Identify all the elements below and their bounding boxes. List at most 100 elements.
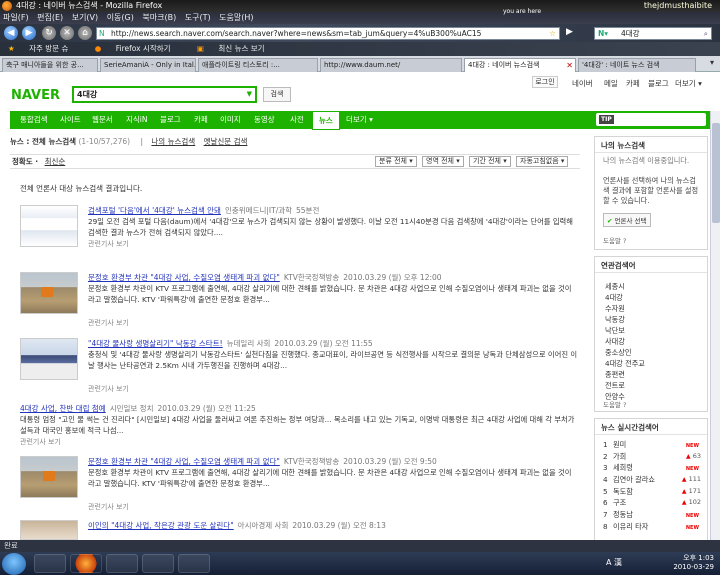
tab-news[interactable]: 뉴스: [312, 111, 340, 130]
result-thumbnail[interactable]: [20, 520, 78, 540]
related-articles-link[interactable]: 관련기사 보기: [88, 318, 129, 328]
toplink-more[interactable]: 더보기 ▾: [675, 78, 702, 89]
sort-accuracy[interactable]: 정확도 ·: [12, 157, 38, 166]
related-articles-link[interactable]: 관련기사 보기: [20, 437, 61, 447]
naver-search-button[interactable]: 검색: [263, 87, 291, 102]
result-title[interactable]: 검색포털 '다음'에서 '4대강' 뉴스검색 안돼: [88, 206, 221, 215]
result-title[interactable]: "4대강 물사랑 생명살리기" 낙동강 스타트!: [88, 339, 223, 348]
old-newspaper-link[interactable]: 옛날신문 검색: [204, 137, 248, 146]
tab-naver-news[interactable]: 4대강 : 네이버 뉴스검색 ✕: [464, 58, 576, 73]
tab-web-docs[interactable]: 웹문서: [92, 111, 113, 129]
menu-bookmarks[interactable]: 북마크(B): [142, 13, 176, 22]
reload-icon[interactable]: ↻: [42, 26, 56, 40]
taskbar-app-icon[interactable]: [106, 554, 138, 573]
taskbar-explorer-icon[interactable]: [34, 554, 66, 573]
result-thumbnail[interactable]: [20, 272, 78, 314]
page-scrollbar[interactable]: [710, 111, 720, 540]
toplink-mail[interactable]: 메일: [604, 78, 618, 89]
toplink-blog[interactable]: 블로그: [648, 78, 669, 89]
naver-search-input[interactable]: 4대강 ▼: [72, 86, 257, 103]
press-select-button[interactable]: ✔ 언론사 선택: [603, 213, 651, 227]
related-keyword[interactable]: 낙단보: [595, 325, 707, 336]
search-engine-icon[interactable]: N▾: [598, 28, 608, 39]
my-news-search-link[interactable]: 나의 뉴스검색: [151, 137, 195, 146]
tab-dictionary[interactable]: 사전: [290, 111, 304, 129]
tab-cafe[interactable]: 카페: [194, 111, 208, 129]
naver-logo[interactable]: NAVER: [11, 88, 60, 103]
login-button[interactable]: 로그인: [532, 76, 558, 88]
taskbar-app-icon[interactable]: [178, 554, 210, 573]
realtime-keyword-row[interactable]: 4 김연아 갈라쇼 ▲ 111: [595, 474, 707, 486]
go-icon[interactable]: ▶: [566, 27, 573, 37]
tab-tistory[interactable]: 애플라이트링 티스토리 :...: [198, 58, 318, 72]
realtime-keyword-row[interactable]: 2 가희 ▲ 63: [595, 451, 707, 463]
help-link[interactable]: 도움말 ?: [603, 235, 626, 245]
tab-list-icon[interactable]: ▾: [710, 58, 714, 67]
tab-sites[interactable]: 사이트: [60, 111, 81, 129]
tip-banner[interactable]: TIP한번가정을로 지정된 동률은?: [596, 113, 706, 144]
toplink-cafe[interactable]: 카페: [626, 78, 640, 89]
taskbar-firefox-icon[interactable]: [70, 554, 102, 573]
tab-seriea[interactable]: SerieAmaniA - Only in Ital...: [100, 58, 196, 72]
related-articles-link[interactable]: 관련기사 보기: [88, 384, 129, 394]
system-clock[interactable]: 오후 1:03 2010-03-29: [673, 554, 714, 572]
menu-tools[interactable]: 도구(T): [185, 13, 211, 22]
tab-soccer[interactable]: 축구 매니아들을 위한 공...: [2, 58, 98, 72]
tab-kin[interactable]: 지식iN: [126, 111, 148, 129]
help-link[interactable]: 도움말 ?: [603, 399, 626, 409]
bookmark-latest-news[interactable]: ▣ 최신 뉴스 보기: [193, 44, 273, 53]
url-input[interactable]: N http://news.search.naver.com/search.na…: [96, 27, 560, 40]
related-articles-link[interactable]: 관련기사 보기: [88, 239, 129, 249]
close-tab-icon[interactable]: ✕: [566, 59, 573, 72]
ime-indicator[interactable]: A 漢: [606, 557, 622, 568]
start-button[interactable]: [2, 553, 26, 575]
filter-category-select[interactable]: 분류 전체 ▾: [375, 156, 417, 167]
bookmark-star-icon[interactable]: ☆: [549, 28, 556, 39]
result-title[interactable]: 문정호 환경부 차관 "4대강 사업, 수질오염 생태계 파괴 없다": [88, 457, 280, 466]
result-thumbnail[interactable]: [20, 338, 78, 380]
realtime-keyword-row[interactable]: 1 원미 NEW: [595, 439, 707, 451]
related-keyword[interactable]: 낙동강: [595, 314, 707, 325]
realtime-keyword-row[interactable]: 3 세희령 NEW: [595, 462, 707, 474]
menu-file[interactable]: 파일(F): [3, 13, 29, 22]
related-keyword[interactable]: 전트로: [595, 380, 707, 391]
taskbar-app-icon[interactable]: [142, 554, 174, 573]
realtime-keyword-row[interactable]: 6 구조 ▲ 102: [595, 497, 707, 509]
search-icon[interactable]: ⌕: [704, 28, 708, 39]
bookmark-firefox-start[interactable]: ● Firefox 시작하기: [91, 44, 179, 53]
menu-view[interactable]: 보기(V): [72, 13, 98, 22]
related-keyword[interactable]: 사대강: [595, 336, 707, 347]
related-keyword[interactable]: 4대강 전주교: [595, 358, 707, 369]
scrollbar-thumb[interactable]: [712, 123, 720, 223]
forward-icon[interactable]: ▶: [22, 26, 36, 40]
tab-daum[interactable]: http://www.daum.net/: [320, 58, 462, 72]
realtime-keyword-row[interactable]: 5 독도함 ▲ 171: [595, 486, 707, 498]
result-title[interactable]: 4대강 사업, 찬반 대립 첨예: [20, 404, 106, 413]
auto-refresh-select[interactable]: 자동고침없음 ▾: [516, 156, 569, 167]
result-thumbnail[interactable]: [20, 205, 78, 247]
realtime-keyword-row[interactable]: 7 정동남 NEW: [595, 509, 707, 521]
related-keyword[interactable]: 4대강: [595, 292, 707, 303]
back-icon[interactable]: ◀: [4, 26, 18, 40]
result-thumbnail[interactable]: [20, 456, 78, 498]
stop-icon[interactable]: ✕: [60, 26, 74, 40]
filter-area-select[interactable]: 영역 전체 ▾: [422, 156, 464, 167]
tab-images[interactable]: 이미지: [220, 111, 241, 129]
autocomplete-toggle-icon[interactable]: ▼: [247, 88, 252, 101]
menu-go[interactable]: 이동(G): [107, 13, 134, 22]
related-articles-link[interactable]: 관련기사 보기: [88, 502, 129, 512]
tab-integrated-search[interactable]: 통합검색: [20, 111, 48, 129]
tab-blog[interactable]: 블로그: [160, 111, 181, 129]
tab-nate-news[interactable]: '4대강' : 네이트 뉴스 검색: [578, 58, 696, 72]
filter-period-select[interactable]: 기간 전체 ▾: [469, 156, 511, 167]
toplink-naver[interactable]: 네이버: [572, 78, 593, 89]
result-title[interactable]: 이인의 "4대강 사업, 작은강 관광 도운 살린다": [88, 521, 234, 530]
tab-video[interactable]: 동영상: [254, 111, 275, 129]
related-keyword[interactable]: 중소상인: [595, 347, 707, 358]
bookmark-frequent[interactable]: ★ 자주 방문 슈: [4, 44, 76, 53]
tab-more[interactable]: 더보기 ▾: [346, 111, 373, 129]
home-icon[interactable]: ⌂: [78, 26, 92, 40]
related-keyword[interactable]: 종편련: [595, 369, 707, 380]
related-keyword[interactable]: 수자원: [595, 303, 707, 314]
realtime-keyword-row[interactable]: 8 이유리 타자 NEW: [595, 521, 707, 533]
